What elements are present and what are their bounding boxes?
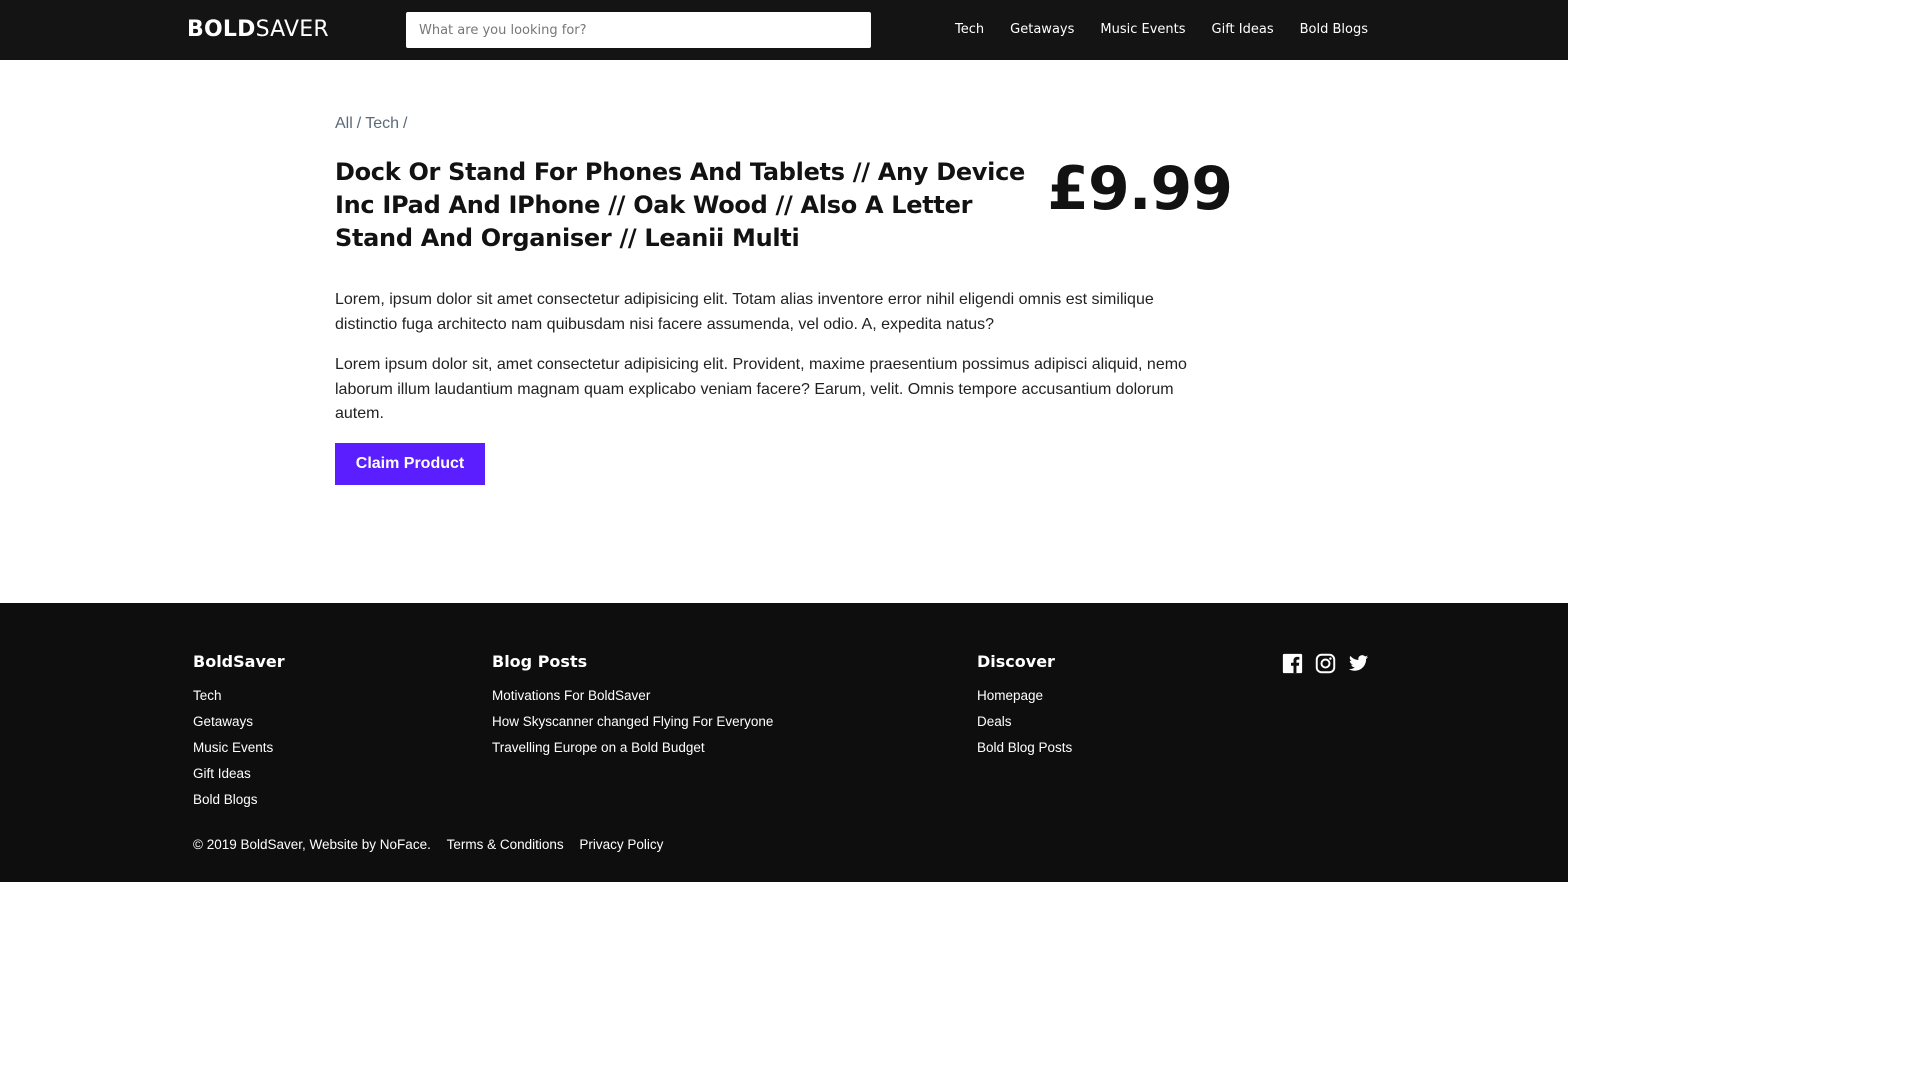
product-description-1: Lorem, ipsum dolor sit amet consectetur … — [335, 291, 1154, 333]
copyright-text: © 2019 BoldSaver, Website by NoFace. — [193, 837, 431, 852]
footer-link-item: Bold Blog Posts — [977, 735, 1072, 761]
footer-link-item: Deals — [977, 709, 1072, 735]
main-nav: Tech Getaways Music Events Gift Ideas Bo… — [955, 20, 1368, 40]
footer-link-item: Motivations For BoldSaver — [492, 683, 773, 709]
footer-heading: BoldSaver — [193, 652, 285, 671]
breadcrumb-separator: / — [403, 115, 408, 132]
footer-link-getaways[interactable]: Getaways — [193, 714, 253, 729]
footer-link-item: Tech — [193, 683, 285, 709]
instagram-icon[interactable] — [1315, 653, 1336, 674]
footer-link-gift-ideas[interactable]: Gift Ideas — [193, 766, 251, 781]
breadcrumb-separator: / — [356, 115, 362, 132]
twitter-icon[interactable] — [1348, 653, 1369, 674]
footer-link-blog-post[interactable]: Motivations For BoldSaver — [492, 688, 650, 703]
nav-item-music-events[interactable]: Music Events — [1100, 20, 1185, 40]
terms-link[interactable]: Terms & Conditions — [447, 837, 564, 852]
footer-link-item: How Skyscanner changed Flying For Everyo… — [492, 709, 773, 735]
site-header: BOLDSAVER Tech Getaways Music Events Gif… — [0, 0, 1568, 60]
breadcrumb-tech[interactable]: Tech — [365, 115, 399, 132]
search-input[interactable] — [406, 12, 871, 48]
footer-link-item: Travelling Europe on a Bold Budget — [492, 735, 773, 761]
footer-link-blog-post[interactable]: Travelling Europe on a Bold Budget — [492, 740, 705, 755]
facebook-icon[interactable] — [1282, 653, 1303, 674]
footer-heading: Discover — [977, 652, 1055, 671]
footer-column-boldsaver: BoldSaver Tech Getaways Music Events Gif… — [193, 651, 285, 813]
footer-link-item: Gift Ideas — [193, 761, 285, 787]
nav-item-getaways[interactable]: Getaways — [1010, 20, 1074, 40]
footer-link-music-events[interactable]: Music Events — [193, 740, 273, 755]
breadcrumb-all[interactable]: All — [335, 115, 353, 132]
claim-product-button[interactable]: Claim Product — [335, 443, 485, 485]
breadcrumb: All / Tech / — [335, 115, 411, 133]
logo-bold-text: BOLD — [187, 17, 256, 42]
footer-link-item: Getaways — [193, 709, 285, 735]
footer-link-bold-blog-posts[interactable]: Bold Blog Posts — [977, 740, 1072, 755]
footer-link-homepage[interactable]: Homepage — [977, 688, 1043, 703]
footer-link-deals[interactable]: Deals — [977, 714, 1012, 729]
logo-light-text: SAVER — [255, 17, 329, 42]
privacy-link[interactable]: Privacy Policy — [579, 837, 663, 852]
footer-heading: Blog Posts — [492, 652, 588, 671]
footer-bottom-bar: © 2019 BoldSaver, Website by NoFace. Ter… — [193, 836, 663, 854]
footer-link-blog-post[interactable]: How Skyscanner changed Flying For Everyo… — [492, 714, 773, 729]
footer-link-item: Bold Blogs — [193, 787, 285, 813]
product-price: £9.99 — [1047, 154, 1233, 224]
product-title: Dock Or Stand For Phones And Tablets // … — [335, 158, 1025, 252]
social-links — [1282, 653, 1369, 674]
footer-link-item: Homepage — [977, 683, 1072, 709]
nav-item-bold-blogs[interactable]: Bold Blogs — [1300, 20, 1368, 40]
footer-column-blog-posts: Blog Posts Motivations For BoldSaver How… — [492, 651, 773, 761]
nav-item-gift-ideas[interactable]: Gift Ideas — [1212, 20, 1274, 40]
nav-item-tech[interactable]: Tech — [955, 20, 984, 40]
product-description-2: Lorem ipsum dolor sit, amet consectetur … — [335, 356, 1187, 422]
site-footer: BoldSaver Tech Getaways Music Events Gif… — [0, 603, 1568, 882]
footer-column-discover: Discover Homepage Deals Bold Blog Posts — [977, 651, 1072, 761]
footer-link-item: Music Events — [193, 735, 285, 761]
footer-link-tech[interactable]: Tech — [193, 688, 222, 703]
site-logo[interactable]: BOLDSAVER — [187, 17, 329, 43]
footer-link-bold-blogs[interactable]: Bold Blogs — [193, 792, 258, 807]
